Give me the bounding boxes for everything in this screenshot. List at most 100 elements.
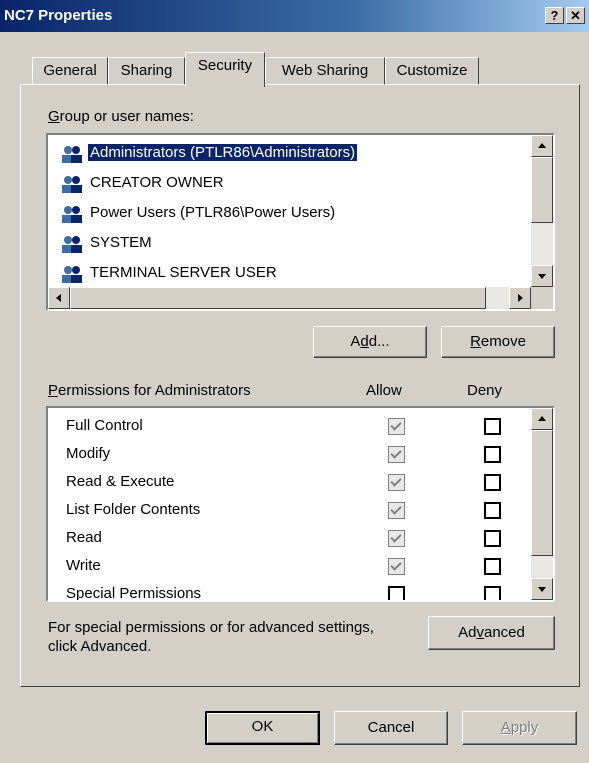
- user-name: SYSTEM: [90, 234, 152, 251]
- deny-checkbox[interactable]: [484, 586, 501, 600]
- permissions-label-accel: P: [48, 382, 59, 399]
- scroll-down-button[interactable]: [531, 265, 553, 287]
- window-title: NC7 Properties: [4, 7, 113, 24]
- allow-checkbox: [388, 530, 405, 547]
- table-row: Read: [48, 525, 518, 553]
- users-group-icon: [62, 146, 82, 163]
- allow-checkbox: [388, 502, 405, 519]
- scroll-thumb[interactable]: [531, 430, 553, 556]
- remove-button[interactable]: Remove: [441, 326, 555, 358]
- table-row: Read & Execute: [48, 469, 518, 497]
- allow-checkbox[interactable]: [388, 586, 405, 600]
- deny-checkbox[interactable]: [484, 418, 501, 435]
- close-button[interactable]: ✕: [566, 7, 585, 24]
- table-row: List Folder Contents: [48, 497, 518, 525]
- help-button[interactable]: ?: [545, 7, 564, 24]
- advanced-info-line2: click Advanced.: [48, 638, 152, 655]
- permissions-label: Permissions for Administrators: [48, 382, 251, 399]
- arrow-up-icon: [538, 143, 546, 148]
- deny-checkbox[interactable]: [484, 446, 501, 463]
- add-button-pre: A: [350, 333, 361, 350]
- allow-column-header: Allow: [366, 382, 402, 399]
- permission-name: Special Permissions: [66, 585, 202, 602]
- apply-button[interactable]: Apply: [462, 711, 577, 745]
- remove-button-post: emove: [480, 333, 526, 350]
- arrow-right-icon: [518, 294, 523, 302]
- table-row: Write: [48, 553, 518, 581]
- allow-checkbox: [388, 446, 405, 463]
- list-item[interactable]: Administrators (PTLR86\Administrators): [58, 141, 498, 167]
- permission-name: List Folder Contents: [66, 501, 201, 518]
- permission-name: Write: [66, 557, 101, 574]
- cancel-button[interactable]: Cancel: [334, 711, 448, 745]
- arrow-down-icon: [538, 274, 546, 279]
- allow-checkbox: [388, 474, 405, 491]
- remove-button-accel: R: [470, 333, 481, 350]
- user-name: Administrators (PTLR86\Administrators): [86, 143, 359, 162]
- group-users-label-text: roup or user names:: [59, 108, 194, 125]
- list-item[interactable]: Power Users (PTLR86\Power Users): [58, 201, 498, 227]
- title-bar[interactable]: NC7 Properties ? ✕: [0, 0, 589, 32]
- table-row: Modify: [48, 441, 518, 469]
- arrow-up-icon: [538, 416, 546, 421]
- properties-dialog: NC7 Properties ? ✕ General Sharing Secur…: [0, 0, 589, 763]
- scroll-corner: [531, 287, 553, 309]
- scroll-thumb-horizontal[interactable]: [70, 287, 486, 309]
- advanced-button-post: anced: [483, 624, 525, 641]
- tab-general[interactable]: General: [32, 57, 108, 85]
- tab-security[interactable]: Security: [185, 52, 265, 87]
- scroll-down-button[interactable]: [531, 578, 553, 600]
- users-group-icon: [62, 266, 82, 283]
- ok-button[interactable]: OK: [205, 711, 320, 745]
- deny-checkbox[interactable]: [484, 530, 501, 547]
- add-button[interactable]: Add...: [313, 326, 427, 358]
- users-horizontal-scrollbar[interactable]: [48, 287, 531, 309]
- scroll-up-button[interactable]: [531, 408, 553, 430]
- allow-checkbox: [388, 418, 405, 435]
- scroll-right-button[interactable]: [509, 287, 531, 309]
- users-listbox[interactable]: Administrators (PTLR86\Administrators) C…: [46, 133, 555, 311]
- permission-name: Read: [66, 529, 102, 546]
- user-name: CREATOR OWNER: [90, 174, 224, 191]
- tab-customize[interactable]: Customize: [385, 57, 479, 85]
- list-item[interactable]: CREATOR OWNER: [58, 171, 498, 197]
- table-row: Full Control: [48, 413, 518, 441]
- apply-button-accel: A: [500, 719, 511, 736]
- deny-checkbox[interactable]: [484, 558, 501, 575]
- user-name: Power Users (PTLR86\Power Users): [90, 204, 336, 221]
- add-button-accel: d: [360, 333, 369, 350]
- advanced-button[interactable]: Advanced: [428, 616, 555, 650]
- add-button-post: d...: [368, 333, 390, 350]
- list-item[interactable]: SYSTEM: [58, 231, 498, 257]
- scroll-thumb[interactable]: [531, 157, 553, 223]
- allow-checkbox: [388, 558, 405, 575]
- users-group-icon: [62, 206, 82, 223]
- advanced-button-pre: Ad: [458, 624, 477, 641]
- advanced-info-line1: For special permissions or for advanced …: [48, 619, 374, 636]
- group-users-label-accel: G: [48, 108, 60, 125]
- permissions-listbox[interactable]: Full Control Modify Read & Execute List …: [46, 406, 555, 602]
- permissions-vertical-scrollbar[interactable]: [531, 408, 553, 600]
- apply-button-post: pply: [510, 719, 539, 736]
- users-group-icon: [62, 176, 82, 193]
- scroll-left-button[interactable]: [48, 287, 70, 309]
- arrow-left-icon: [56, 294, 61, 302]
- permission-name: Read & Execute: [66, 473, 175, 490]
- user-name: TERMINAL SERVER USER: [90, 264, 277, 281]
- users-vertical-scrollbar[interactable]: [531, 135, 553, 287]
- deny-checkbox[interactable]: [484, 502, 501, 519]
- arrow-down-icon: [538, 587, 546, 592]
- deny-checkbox[interactable]: [484, 474, 501, 491]
- group-users-label: Group or user names:: [48, 108, 194, 125]
- permissions-label-text: ermissions for Administrators: [58, 382, 251, 399]
- permission-name: Modify: [66, 445, 111, 462]
- tab-web-sharing[interactable]: Web Sharing: [265, 57, 385, 85]
- tab-sharing[interactable]: Sharing: [108, 57, 185, 85]
- deny-column-header: Deny: [467, 382, 503, 399]
- users-group-icon: [62, 236, 82, 253]
- table-row: Special Permissions: [48, 581, 518, 602]
- list-item[interactable]: TERMINAL SERVER USER: [58, 261, 498, 287]
- permission-name: Full Control: [66, 417, 143, 434]
- advanced-button-accel: v: [476, 624, 484, 641]
- scroll-up-button[interactable]: [531, 135, 553, 157]
